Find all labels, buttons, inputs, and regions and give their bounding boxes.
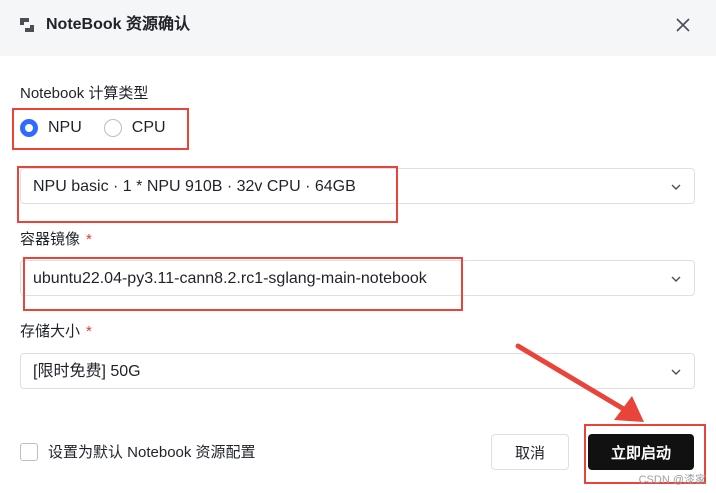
watermark: CSDN @漆家 <box>638 474 706 486</box>
compute-type-label: Notebook 计算类型 <box>20 85 149 102</box>
storage-label-text: 存储大小 <box>20 323 81 340</box>
dialog-header: NoteBook 资源确认 <box>0 0 716 56</box>
chevron-down-icon <box>671 369 681 375</box>
annotation-arrow-icon <box>515 343 644 422</box>
notebook-logo-icon <box>20 18 34 32</box>
image-required-mark: * <box>86 231 92 248</box>
storage-select-value: [限时免费] 50G <box>33 363 141 380</box>
storage-label: 存储大小 * <box>20 322 92 342</box>
chevron-down-icon <box>671 276 681 282</box>
radio-cpu-circle[interactable] <box>103 119 122 137</box>
image-select[interactable]: ubuntu22.04-py3.11-cann8.2.rc1-sglang-ma… <box>20 260 695 296</box>
cancel-button[interactable]: 取消 <box>491 434 569 470</box>
storage-required-mark: * <box>86 323 92 340</box>
spec-select-value: NPU basic · 1 * NPU 910B · 32v CPU · 64G… <box>33 178 356 195</box>
dialog-title: NoteBook 资源确认 <box>46 16 191 33</box>
image-label: 容器镜像 * <box>20 230 92 250</box>
default-config-checkbox[interactable] <box>20 442 38 461</box>
default-config-checkbox-row[interactable]: 设置为默认 Notebook 资源配置 <box>20 441 256 462</box>
radio-npu[interactable]: NPU <box>20 119 82 137</box>
image-select-value: ubuntu22.04-py3.11-cann8.2.rc1-sglang-ma… <box>33 270 427 287</box>
radio-cpu[interactable]: CPU <box>103 119 166 137</box>
spec-select[interactable]: NPU basic · 1 * NPU 910B · 32v CPU · 64G… <box>20 168 695 204</box>
start-now-button[interactable]: 立即启动 <box>588 434 694 470</box>
compute-type-radio-group: NPU CPU <box>20 116 188 140</box>
radio-cpu-label: CPU <box>131 119 166 136</box>
default-config-label: 设置为默认 Notebook 资源配置 <box>48 444 256 461</box>
radio-npu-circle[interactable] <box>20 119 38 137</box>
chevron-down-icon <box>671 184 681 190</box>
image-label-text: 容器镜像 <box>20 231 81 248</box>
radio-npu-label: NPU <box>48 119 82 136</box>
close-icon[interactable] <box>672 14 694 36</box>
